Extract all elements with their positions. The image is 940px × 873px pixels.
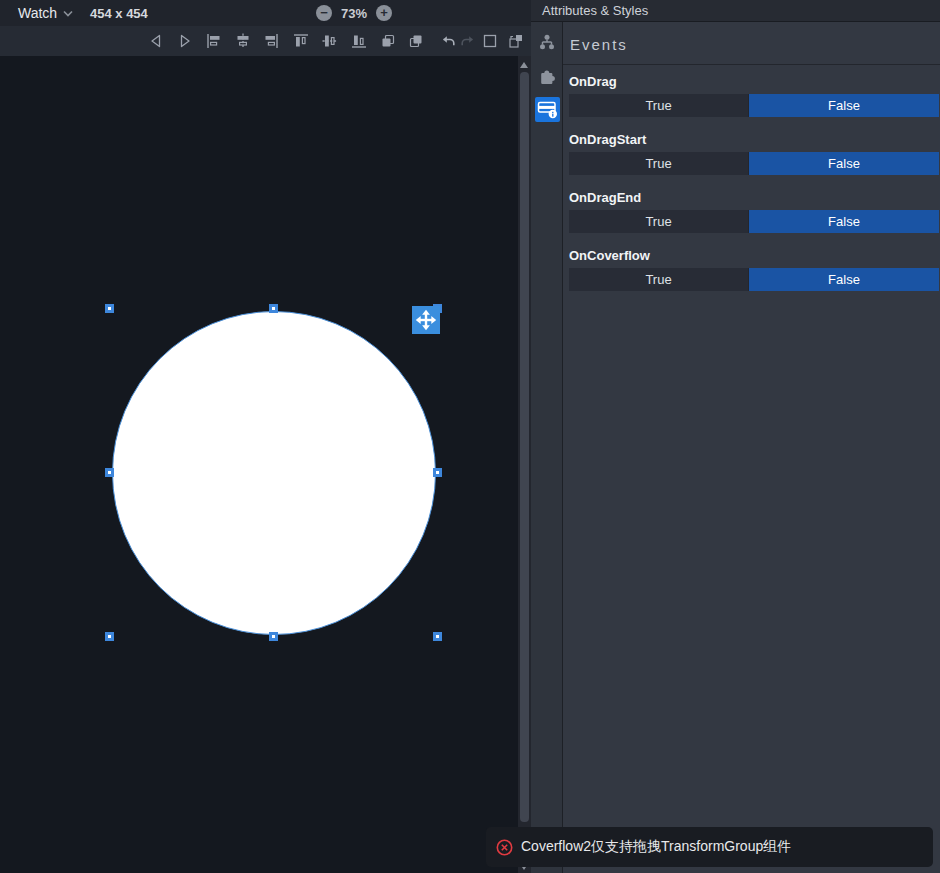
move-icon [415,309,437,331]
error-toast: Coverflow2仅支持拖拽TransformGroup组件 [486,827,933,867]
event-name: OnDragEnd [569,190,939,205]
ondrag-false-button[interactable]: False [749,94,939,117]
handle-middle-left[interactable] [105,468,114,477]
handle-middle-right[interactable] [433,468,442,477]
align-center-horizontal-icon[interactable] [235,33,251,49]
undo-icon[interactable] [440,33,456,49]
align-middle-vertical-icon[interactable] [322,33,338,49]
oncoverflow-true-button[interactable]: True [569,268,749,291]
ellipse-shape[interactable] [112,311,436,635]
design-canvas[interactable] [0,56,518,873]
ondragstart-false-button[interactable]: False [749,152,939,175]
panel-icon-strip [531,22,562,873]
event-name: OnCoverflow [569,248,939,263]
attributes-styles-header: Attributes & Styles [531,0,940,22]
event-row-oncoverflow: OnCoverflow True False [569,248,939,294]
oncoverflow-false-button[interactable]: False [749,268,939,291]
app-window: Watch 454 x 454 − 73% + Attributes & Sty… [0,0,940,873]
ondragstart-true-button[interactable]: True [569,152,749,175]
zoom-in-button[interactable]: + [376,5,392,21]
align-top-icon[interactable] [293,33,309,49]
selection-box-icon[interactable] [482,33,498,49]
zoom-out-button[interactable]: − [316,5,332,21]
device-selector-label: Watch [18,5,57,21]
event-row-ondragend: OnDragEnd True False [569,190,939,236]
handle-bottom-right[interactable] [433,632,442,641]
align-bottom-icon[interactable] [351,33,367,49]
ondrag-true-button[interactable]: True [569,94,749,117]
canvas-size-label: 454 x 454 [90,6,148,21]
zoom-controls: − 73% + [316,5,392,21]
canvas-scrollbar[interactable] [518,56,531,873]
scrollbar-thumb[interactable] [520,72,529,822]
chevron-down-icon [63,10,73,17]
component-info-button[interactable] [535,97,560,122]
component-info-icon [536,98,559,121]
handle-bottom-left[interactable] [105,632,114,641]
align-left-icon[interactable] [206,33,222,49]
scroll-up-arrow[interactable] [520,62,528,68]
events-panel: Events OnDrag True False OnDragStart Tru… [562,22,940,873]
ondragend-false-button[interactable]: False [749,210,939,233]
play-icon[interactable] [177,33,193,49]
transform-group-icon[interactable] [508,33,524,49]
plugin-icon[interactable] [538,66,556,84]
handle-top-left[interactable] [105,304,114,313]
handle-top-center[interactable] [269,304,278,313]
align-right-icon[interactable] [263,33,279,49]
event-row-ondragstart: OnDragStart True False [569,132,939,178]
canvas-toolbar [0,26,531,56]
move-handle[interactable] [412,306,440,334]
events-section-title: Events [570,36,628,53]
redo-icon[interactable] [460,33,476,49]
top-bar: Watch 454 x 454 − 73% + [0,0,531,26]
event-name: OnDragStart [569,132,939,147]
bring-forward-icon[interactable] [380,33,396,49]
ondragend-true-button[interactable]: True [569,210,749,233]
divider [563,64,940,65]
event-row-ondrag: OnDrag True False [569,74,939,120]
error-icon [496,839,513,856]
event-name: OnDrag [569,74,939,89]
toast-message: Coverflow2仅支持拖拽TransformGroup组件 [521,838,791,856]
send-backward-icon[interactable] [408,33,424,49]
zoom-level: 73% [341,6,367,21]
previous-icon[interactable] [148,33,164,49]
device-selector[interactable]: Watch [18,5,73,21]
handle-bottom-center[interactable] [269,632,278,641]
hierarchy-icon[interactable] [538,33,556,51]
